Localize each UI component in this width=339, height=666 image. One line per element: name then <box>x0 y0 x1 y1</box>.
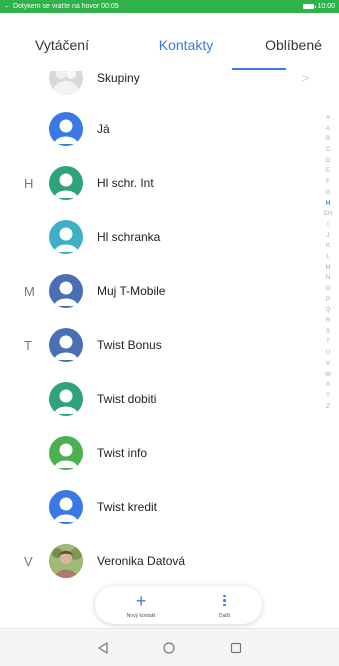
bottom-action-bar: + Nový kontakt Další <box>95 586 262 624</box>
tab-dialer[interactable]: Vytáčení <box>0 37 124 53</box>
more-label: Další <box>218 612 231 619</box>
alphabet-index-letter[interactable]: K <box>326 241 330 252</box>
section-letter: T <box>24 337 32 353</box>
more-vertical-icon <box>223 592 226 610</box>
alphabet-index-letter[interactable]: B <box>326 134 330 145</box>
person-avatar-icon <box>49 382 83 416</box>
alphabet-index-letter[interactable]: U <box>326 348 330 359</box>
alphabet-index-letter[interactable]: D <box>326 156 330 167</box>
alphabet-index-letter[interactable]: R <box>326 316 330 327</box>
contact-name: Twist kredit <box>97 500 158 514</box>
tab-bar: Vytáčení Kontakty Oblíbené <box>0 13 339 71</box>
more-button[interactable]: Další <box>219 592 230 619</box>
alphabet-index-letter[interactable]: G <box>326 188 331 199</box>
list-item-contact[interactable]: Já <box>0 102 339 156</box>
alphabet-index-letter[interactable]: C <box>326 145 330 156</box>
section-letter: M <box>24 283 35 299</box>
alphabet-index-letter[interactable]: # <box>326 113 329 124</box>
battery-icon <box>303 4 317 9</box>
list-item-contact[interactable]: T Twist Bonus <box>0 318 339 372</box>
list-item-groups[interactable]: Skupiny > <box>0 71 339 105</box>
contact-name: Twist info <box>97 446 148 460</box>
return-to-call-text[interactable]: ← Dotykem se vraťte na hovor 00:05 <box>4 3 303 10</box>
list-item-contact[interactable]: Hl schranka <box>0 210 339 264</box>
contact-name: Muj T-Mobile <box>97 284 166 298</box>
list-item-contact[interactable]: V Veronika Datová <box>0 534 339 588</box>
alphabet-index-letter[interactable]: P <box>326 295 330 306</box>
contact-name: Veronika Datová <box>97 554 186 568</box>
list-item-contact[interactable]: H Hl schr. Int <box>0 156 339 210</box>
alphabet-index-letter[interactable]: W <box>325 370 331 381</box>
status-time: 10:00 <box>317 3 335 10</box>
tab-active-indicator <box>232 68 286 70</box>
list-item-contact[interactable]: Twist info <box>0 426 339 480</box>
person-avatar-icon <box>49 328 83 362</box>
alphabet-index-letter[interactable]: V <box>326 359 330 370</box>
alphabet-index-letter[interactable]: F <box>326 177 330 188</box>
section-letter: V <box>24 553 33 569</box>
alphabet-index-letter[interactable]: Y <box>326 391 330 402</box>
back-icon[interactable] <box>96 641 110 655</box>
navigation-bar <box>0 628 339 666</box>
home-icon[interactable] <box>162 641 176 655</box>
person-avatar-icon <box>49 166 83 200</box>
alphabet-index-letter[interactable]: S <box>326 327 330 338</box>
contact-name: Hl schr. Int <box>97 176 154 190</box>
recents-icon[interactable] <box>229 641 243 655</box>
photo-avatar <box>49 544 83 578</box>
group-avatar-icon <box>49 71 83 95</box>
contact-name: Twist dobiti <box>97 392 157 406</box>
alphabet-index-letter[interactable]: O <box>326 284 331 295</box>
alphabet-index-letter[interactable]: N <box>326 273 330 284</box>
contact-name: Hl schranka <box>97 230 161 244</box>
chevron-right-icon: > <box>301 71 309 85</box>
contact-name: Twist Bonus <box>97 338 162 352</box>
list-item-contact[interactable]: Twist kredit <box>0 480 339 534</box>
alphabet-index-letter[interactable]: X <box>326 380 330 391</box>
alphabet-index-letter[interactable]: I <box>327 220 329 231</box>
status-right: 10:00 <box>303 3 335 10</box>
status-bar[interactable]: ← Dotykem se vraťte na hovor 00:05 10:00 <box>0 0 339 13</box>
alphabet-index-letter[interactable]: J <box>327 231 330 242</box>
tab-favorites[interactable]: Oblíbené <box>248 37 339 53</box>
alphabet-index[interactable]: # A B C D E F G H CH I J K L M N O P Q R S T U V W X Y Z <box>321 113 335 412</box>
contact-list[interactable]: Skupiny > Já H Hl schr. Int Hl schranka … <box>0 71 339 611</box>
alphabet-index-letter[interactable]: E <box>326 166 330 177</box>
alphabet-index-letter[interactable]: M <box>326 263 331 274</box>
person-avatar-icon <box>49 112 83 146</box>
tab-contacts[interactable]: Kontakty <box>124 37 248 53</box>
section-letter: H <box>24 175 34 191</box>
list-item-contact[interactable]: Twist dobiti <box>0 372 339 426</box>
alphabet-index-letter[interactable]: T <box>326 337 330 348</box>
contact-name: Skupiny <box>97 71 140 85</box>
alphabet-index-letter[interactable]: H <box>326 199 330 210</box>
alphabet-index-letter[interactable]: Z <box>326 402 330 413</box>
contact-name: Já <box>97 122 110 136</box>
list-item-contact[interactable]: M Muj T-Mobile <box>0 264 339 318</box>
person-avatar-icon <box>49 436 83 470</box>
person-avatar-icon <box>49 220 83 254</box>
new-contact-label: Nový kontakt <box>126 612 156 619</box>
alphabet-index-letter[interactable]: Q <box>326 305 331 316</box>
plus-icon: + <box>135 590 147 611</box>
new-contact-button[interactable]: + Nový kontakt <box>127 592 156 619</box>
alphabet-index-letter[interactable]: A <box>326 124 330 135</box>
person-avatar-icon <box>49 274 83 308</box>
alphabet-index-letter[interactable]: CH <box>324 209 333 220</box>
alphabet-index-letter[interactable]: L <box>326 252 329 263</box>
person-avatar-icon <box>49 490 83 524</box>
